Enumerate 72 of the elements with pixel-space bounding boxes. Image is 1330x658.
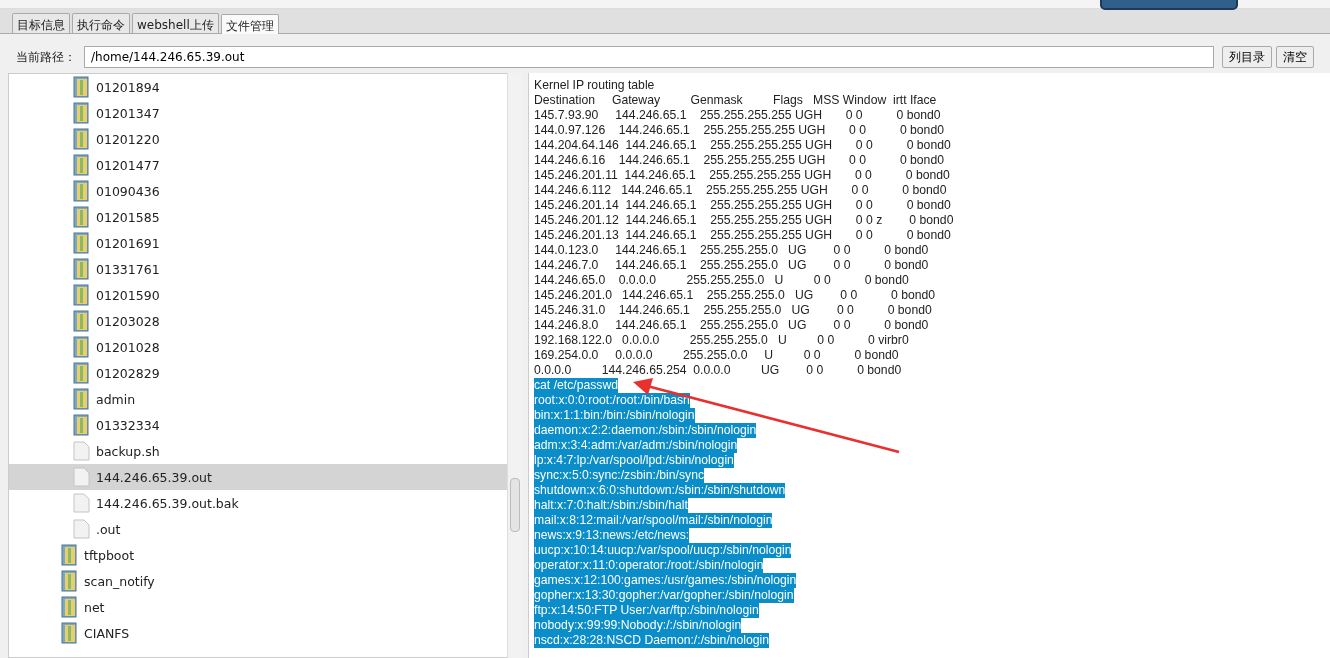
tab[interactable]: 目标信息 [12,13,70,33]
output-line: Destination Gateway Genmask Flags MSS Window irtt Iface [534,93,937,108]
tree-item[interactable]: 144.246.65.39.out [9,464,507,490]
tree-item[interactable]: 01331761 [9,256,507,282]
output-line: 144.246.65.0 0.0.0.0 255.255.255.0 U 0 0 0 bond0 [534,273,909,288]
folder-icon [73,362,90,384]
file-icon [73,467,90,487]
output-line: 144.204.64.146 144.246.65.1 255.255.255.255 UGH 0 0 0 bond0 [534,138,951,153]
output-line: 169.254.0.0 0.0.0.0 255.255.0.0 U 0 0 0 bond0 [534,348,899,363]
tree-item[interactable]: admin [9,386,507,412]
tree-item[interactable]: 01203028 [9,308,507,334]
folder-icon [73,180,90,202]
tree-item[interactable]: .out [9,516,507,542]
tree-item[interactable]: 01090436 [9,178,507,204]
tree-item[interactable]: 01201691 [9,230,507,256]
tree-item[interactable]: 01201590 [9,282,507,308]
tab[interactable]: 执行命令 [72,13,130,33]
file-icon [73,493,90,513]
folder-icon [61,596,78,618]
folder-icon [73,310,90,332]
folder-icon [61,622,78,644]
folder-icon [73,336,90,358]
output-line: 145.246.201.12 144.246.65.1 255.255.255.255 UGH 0 0 z 0 bond0 [534,213,954,228]
path-label: 当前路径： [16,48,77,66]
file-icon [73,519,90,539]
tab[interactable]: webshell上传 [132,13,219,33]
toolbar-button[interactable]: 清空 [1276,46,1314,68]
tab[interactable]: 文件管理 [220,14,279,34]
folder-icon [61,544,78,566]
file-icon [73,441,90,461]
output-line: 144.0.123.0 144.246.65.1 255.255.255.0 UG 0 0 0 bond0 [534,243,929,258]
tree-item[interactable]: tftpboot [9,542,507,568]
folder-icon [73,128,90,150]
toolbar-button[interactable]: 列目录 [1222,46,1272,68]
output-line: 145.7.93.90 144.246.65.1 255.255.255.255 UGH 0 0 0 bond0 [534,108,941,123]
tree-item[interactable]: net [9,594,507,620]
output-line: 145.246.201.0 144.246.65.1 255.255.255.0 UG 0 0 0 bond0 [534,288,936,303]
tree-item[interactable]: 01201220 [9,126,507,152]
path-field[interactable]: /home/144.246.65.39.out [84,46,1214,68]
output-line: 192.168.122.0 0.0.0.0 255.255.255.0 U 0 0 0 virbr0 [534,333,909,348]
tree-item[interactable]: 01201585 [9,204,507,230]
tree-item[interactable]: 144.246.65.39.out.bak [9,490,507,516]
output-line: 144.0.97.126 144.246.65.1 255.255.255.255 UGH 0 0 0 bond0 [534,123,944,138]
folder-icon [73,76,90,98]
output-line: 145.246.201.14 144.246.65.1 255.255.255.255 UGH 0 0 0 bond0 [534,198,951,213]
tree-item[interactable]: 01201028 [9,334,507,360]
folder-icon [73,102,90,124]
output-line: 144.246.7.0 144.246.65.1 255.255.255.0 UG 0 0 0 bond0 [534,258,929,273]
folder-icon [73,388,90,410]
tree-item[interactable]: CIANFS [9,620,507,646]
tree-item[interactable]: 01201477 [9,152,507,178]
output-line: 145.246.201.11 144.246.65.1 255.255.255.255 UGH 0 0 0 bond0 [534,168,950,183]
folder-icon [73,414,90,436]
output-line: 0.0.0.0 144.246.65.254 0.0.0.0 UG 0 0 0 bond0 [534,363,902,378]
output-line: Kernel IP routing table [534,78,655,93]
folder-icon [73,284,90,306]
output-line: 144.246.6.112 144.246.65.1 255.255.255.255 UGH 0 0 0 bond0 [534,183,947,198]
tree-item[interactable]: 01332334 [9,412,507,438]
tree-item[interactable]: 01201347 [9,100,507,126]
tree-item[interactable]: 01201894 [9,74,507,100]
folder-icon [73,258,90,280]
tree-item[interactable]: backup.sh [9,438,507,464]
tree-item[interactable]: scan_notify [9,568,507,594]
output-line: 144.246.6.16 144.246.65.1 255.255.255.255 UGH 0 0 0 bond0 [534,153,944,168]
output-line: 145.246.31.0 144.246.65.1 255.255.255.0 UG 0 0 0 bond0 [534,303,932,318]
folder-icon [73,154,90,176]
output-line: 144.246.8.0 144.246.65.1 255.255.255.0 UG 0 0 0 bond0 [534,318,929,333]
folder-icon [73,232,90,254]
folder-icon [61,570,78,592]
output-line: 145.246.201.13 144.246.65.1 255.255.255.255 UGH 0 0 0 bond0 [534,228,951,243]
folder-icon [73,206,90,228]
tree-item[interactable]: 01202829 [9,360,507,386]
